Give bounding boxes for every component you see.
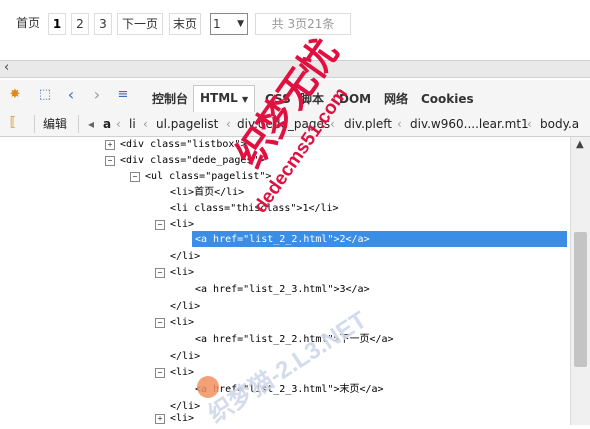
firebug-icon[interactable]: ✸ <box>6 86 24 104</box>
breadcrumb-left-icon[interactable]: ◂ <box>88 116 94 132</box>
tab-cookies[interactable]: Cookies <box>421 89 474 109</box>
tree-node[interactable]: <li> <box>170 315 194 330</box>
tree-node[interactable]: <li> <box>170 411 194 425</box>
page-2-link[interactable]: 2 <box>71 13 89 35</box>
inspect-icon[interactable]: ⬚ <box>36 86 54 104</box>
tree-node-selected[interactable]: <a href="list_2_2.html">2</a> <box>195 232 370 247</box>
breadcrumb-item-ul[interactable]: ul.pagelist <box>156 116 218 132</box>
collapse-icon[interactable]: − <box>130 172 140 182</box>
tree-node[interactable]: <a href="list_2_3.html">3</a> <box>195 282 370 297</box>
pagination-bar: 首页 1 2 3 下一页 末页 1 ▼ 共 3页21条 <box>0 0 590 60</box>
tree-node[interactable]: <a href="list_2_2.html">下一页</a> <box>195 332 394 347</box>
tree-node[interactable]: </li> <box>170 299 200 314</box>
tab-console[interactable]: 控制台 <box>152 89 188 109</box>
tab-script[interactable]: 脚本 <box>300 89 324 109</box>
tree-node[interactable]: <div class="dede_pages"> <box>120 153 265 168</box>
scroll-left-icon[interactable]: ‹ <box>4 60 9 75</box>
page-select[interactable]: 1 ▼ <box>210 13 248 35</box>
collapse-icon[interactable]: − <box>105 156 115 166</box>
tree-node[interactable]: <li>首页</li> <box>170 185 244 200</box>
forward-icon[interactable]: › <box>88 86 106 104</box>
breadcrumb-item-div-pleft[interactable]: div.pleft <box>344 116 392 132</box>
page-info: 共 3页21条 <box>255 13 351 35</box>
tab-css[interactable]: CSS <box>265 89 291 109</box>
back-icon[interactable]: ‹ <box>62 86 80 104</box>
tab-html[interactable]: HTML ▼ <box>193 85 256 113</box>
tab-dom[interactable]: DOM <box>339 89 371 109</box>
collapse-icon[interactable]: − <box>155 368 165 378</box>
tab-html-label: HTML <box>200 91 238 105</box>
tree-node[interactable]: <li> <box>170 265 194 280</box>
bracket-icon[interactable]: ⟦ <box>4 114 22 132</box>
vertical-scrollbar[interactable]: ▲ <box>570 137 590 425</box>
expand-icon[interactable]: + <box>155 414 165 424</box>
breadcrumb-toolbar: ⟦ 编辑 ◂ a ‹ li ‹ ul.pagelist ‹ div.dede_p… <box>0 112 590 137</box>
expand-icon[interactable]: + <box>105 140 115 150</box>
breadcrumb-item-li[interactable]: li <box>129 116 136 132</box>
breadcrumb-item-a[interactable]: a <box>103 116 111 132</box>
breadcrumb-item-div-dede-pages[interactable]: div.dede_pages <box>237 116 330 132</box>
horizontal-scrollbar[interactable]: ‹ <box>0 60 590 78</box>
tree-node[interactable]: <li> <box>170 365 194 380</box>
watermark-logo-icon <box>197 376 219 398</box>
next-page-link[interactable]: 下一页 <box>117 13 163 35</box>
collapse-icon[interactable]: − <box>155 318 165 328</box>
breadcrumb-item-div-w960[interactable]: div.w960....lear.mt1 <box>410 116 529 132</box>
tree-node[interactable]: </li> <box>170 249 200 264</box>
tree-node[interactable]: <div class="listbox"> <box>120 137 246 152</box>
html-tree-panel: + <div class="listbox"> − <div class="de… <box>0 137 570 425</box>
tree-node[interactable]: </li> <box>170 349 200 364</box>
edit-button[interactable]: 编辑 <box>43 116 67 132</box>
collapse-icon[interactable]: − <box>155 220 165 230</box>
tree-node[interactable]: <li class="thisclass">1</li> <box>170 201 339 216</box>
tree-node[interactable]: <a href="list_2_3.html">末页</a> <box>195 382 384 397</box>
last-page-link[interactable]: 末页 <box>169 13 201 35</box>
page-3-link[interactable]: 3 <box>94 13 112 35</box>
chevron-down-icon: ▼ <box>237 19 244 29</box>
scroll-up-icon[interactable]: ▲ <box>576 139 584 150</box>
breadcrumb-item-body[interactable]: body.a <box>540 116 586 132</box>
step-list-icon[interactable]: ≡ <box>114 86 132 104</box>
first-page-link[interactable]: 首页 <box>14 13 42 33</box>
devtools-toolbar: ✸ ⬚ ‹ › ≡ 控制台 HTML ▼ CSS 脚本 DOM 网络 Cooki… <box>0 80 590 113</box>
tree-node[interactable]: <ul class="pagelist"> <box>145 169 271 184</box>
collapse-icon[interactable]: − <box>155 268 165 278</box>
page-1-current: 1 <box>48 13 66 35</box>
tab-net[interactable]: 网络 <box>384 89 408 109</box>
tree-node[interactable]: <li> <box>170 217 194 232</box>
page-select-value: 1 <box>213 17 221 31</box>
dropdown-icon[interactable]: ▼ <box>242 95 248 104</box>
scroll-thumb[interactable] <box>574 232 587 367</box>
